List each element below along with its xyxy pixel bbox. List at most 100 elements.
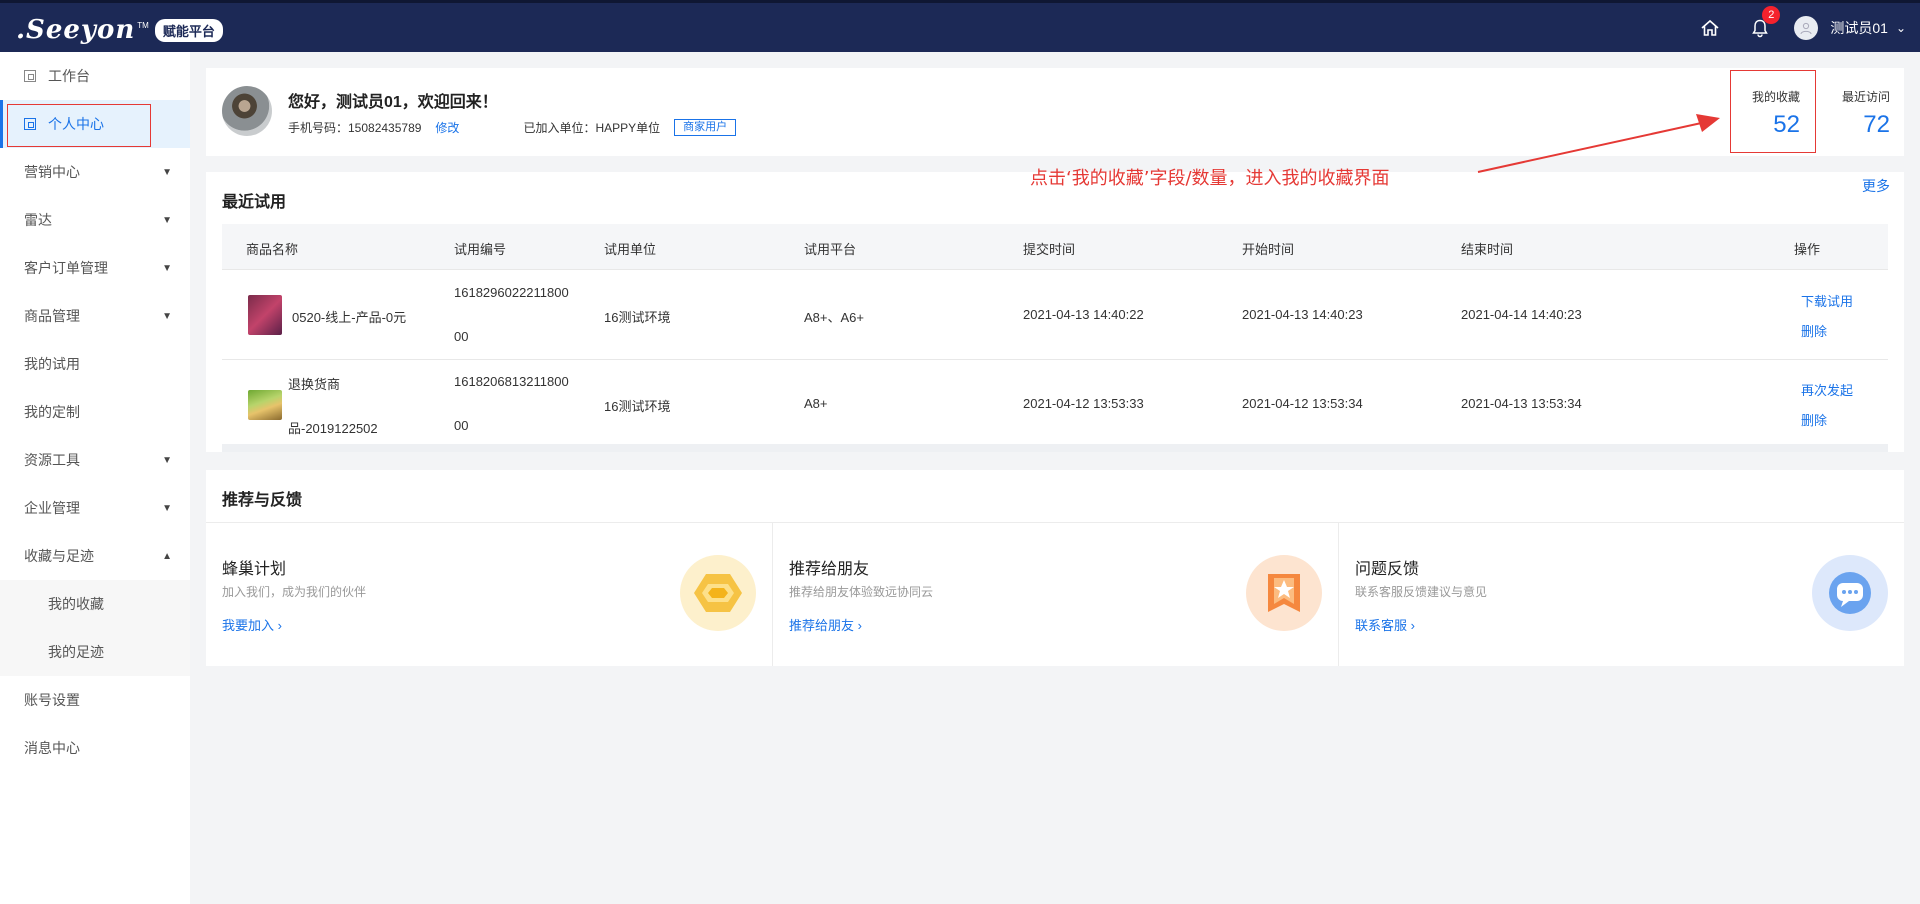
trial-code-cont: 00 [454, 329, 469, 344]
logo-text: .Seeyon [16, 15, 136, 45]
column-header: 结束时间 [1461, 242, 1514, 257]
welcome-greeting: 您好，测试员01，欢迎回来！ [288, 94, 498, 111]
logo[interactable]: .Seeyon TM 赋能平台 [16, 15, 223, 45]
profile-avatar[interactable] [222, 86, 272, 136]
sidebar-item-my-custom[interactable]: 我的定制 [0, 388, 190, 436]
sidebar-item-my-favorites[interactable]: 我的收藏 [0, 580, 190, 628]
rec-item-recommend-friend: 推荐给朋友 推荐给朋友体验致远协同云 推荐给朋友 › [772, 523, 1338, 666]
edit-phone-link[interactable]: 修改 [435, 119, 459, 136]
chevron-right-icon: › [277, 618, 282, 633]
delete-link[interactable]: 删除 [1801, 410, 1827, 429]
start-time: 2021-04-12 13:53:34 [1242, 396, 1363, 411]
submit-time: 2021-04-12 13:53:33 [1023, 396, 1144, 411]
sidebar-item-workbench[interactable]: 工作台 [0, 52, 190, 100]
column-header: 试用平台 [804, 242, 857, 257]
product-thumbnail[interactable] [248, 295, 282, 335]
recommend-feedback-title: 推荐与反馈 [222, 492, 303, 509]
delete-link[interactable]: 删除 [1801, 321, 1827, 340]
horizontal-scrollbar[interactable] [222, 444, 1888, 452]
join-link[interactable]: 我要加入 › [222, 615, 282, 634]
chevron-down-icon: ▼ [162, 262, 172, 274]
rec-item-name: 问题反馈 [1355, 561, 1420, 578]
personal-center-icon [24, 118, 36, 130]
more-link[interactable]: 更多 [1862, 176, 1890, 196]
column-header: 操作 [1794, 242, 1821, 257]
chevron-down-icon: ▼ [162, 502, 172, 514]
trial-code: 1618206813211800 [454, 374, 569, 389]
rec-item-desc: 联系客服反馈建议与意见 [1355, 585, 1488, 599]
recent-visits-stat[interactable]: 最近访问 72 [1820, 88, 1890, 139]
recommend-feedback-card: 推荐与反馈 蜂巢计划 加入我们，成为我们的伙伴 我要加入 › 推荐给朋友 推荐给… [206, 470, 1904, 666]
joined-unit: 已加入单位：HAPPY单位 [523, 121, 661, 135]
table-header: 商品名称 试用编号 试用单位 试用平台 提交时间 开始时间 结束时间 操作 [222, 224, 1888, 270]
platform-badge: 赋能平台 [154, 18, 223, 42]
sidebar-item-my-trials[interactable]: 我的试用 [0, 340, 190, 388]
contact-support-link[interactable]: 联系客服 › [1355, 615, 1415, 634]
product-name[interactable]: 退换货商 [288, 374, 340, 393]
rec-item-hive-plan: 蜂巢计划 加入我们，成为我们的伙伴 我要加入 › [206, 523, 772, 666]
column-header: 商品名称 [246, 242, 299, 257]
end-time: 2021-04-14 14:40:23 [1461, 307, 1582, 322]
rec-item-desc: 推荐给朋友体验致远协同云 [789, 585, 934, 599]
sidebar-item-favorites-footprints[interactable]: 收藏与足迹 ▲ [0, 532, 190, 580]
start-time: 2021-04-13 14:40:23 [1242, 307, 1363, 322]
end-time: 2021-04-13 13:53:34 [1461, 396, 1582, 411]
sidebar-item-orders[interactable]: 客户订单管理 ▼ [0, 244, 190, 292]
sidebar-item-personal-center[interactable]: 个人中心 [0, 100, 190, 148]
my-favorites-label[interactable]: 我的收藏 [1730, 88, 1800, 105]
trial-unit: 16测试环境 [604, 399, 671, 414]
sidebar-item-account-settings[interactable]: 账号设置 [0, 676, 190, 724]
column-header: 试用单位 [604, 242, 657, 257]
recent-trials-card: 最近试用 更多 商品名称 试用编号 试用单位 试用平台 提交时间 开始时间 结束… [206, 172, 1904, 452]
home-icon[interactable] [1696, 14, 1724, 42]
profile-card: 您好，测试员01，欢迎回来！ 手机号码：15082435789 修改 已加入单位… [206, 68, 1904, 156]
trial-platform: A8+ [804, 396, 828, 411]
chevron-down-icon: ▼ [162, 310, 172, 322]
chevron-down-icon: ▼ [162, 214, 172, 226]
sidebar-item-enterprise[interactable]: 企业管理 ▼ [0, 484, 190, 532]
sidebar: 工作台 个人中心 营销中心 ▼ 雷达 ▼ 客户订单管理 ▼ 商品管理 ▼ 我的试用 我的… [0, 52, 190, 904]
trial-code: 1618296022211800 [454, 285, 569, 300]
sidebar-item-products[interactable]: 商品管理 ▼ [0, 292, 190, 340]
sidebar-item-marketing[interactable]: 营销中心 ▼ [0, 148, 190, 196]
user-avatar[interactable] [1794, 15, 1819, 40]
table-row: 0520-线上-产品-0元 1618296022211800 00 16测试环境… [222, 271, 1888, 360]
notification-bell[interactable]: 2 [1746, 5, 1781, 42]
submit-time: 2021-04-13 14:40:22 [1023, 307, 1144, 322]
notification-badge: 2 [1762, 5, 1781, 24]
sidebar-item-radar[interactable]: 雷达 ▼ [0, 196, 190, 244]
my-favorites-count[interactable]: 52 [1730, 111, 1800, 139]
user-name[interactable]: 测试员01 [1830, 18, 1888, 38]
phone-number: 手机号码：15082435789 [288, 121, 422, 135]
hive-icon [680, 555, 756, 631]
column-header: 试用编号 [454, 242, 507, 257]
column-header: 提交时间 [1023, 242, 1076, 257]
product-name[interactable]: 0520-线上-产品-0元 [292, 307, 406, 326]
sidebar-item-my-footprints[interactable]: 我的足迹 [0, 628, 190, 676]
my-favorites-stat[interactable]: 我的收藏 52 [1730, 88, 1800, 139]
user-type-tag: 商家用户 [674, 119, 737, 136]
recent-visits-count[interactable]: 72 [1820, 111, 1890, 139]
top-bar: .Seeyon TM 赋能平台 2 测试员01 ⌄ [0, 0, 1920, 52]
product-thumbnail[interactable] [248, 390, 282, 420]
sidebar-item-message-center[interactable]: 消息中心 [0, 724, 190, 772]
chevron-down-icon[interactable]: ⌄ [1896, 21, 1906, 35]
product-name-cont[interactable]: 品-2019122502 [288, 418, 378, 437]
trial-code-cont: 00 [454, 418, 469, 433]
recent-visits-label[interactable]: 最近访问 [1820, 88, 1890, 105]
star-bookmark-icon [1246, 555, 1322, 631]
rec-item-name: 推荐给朋友 [789, 561, 870, 578]
table-row: 退换货商 品-2019122502 1618206813211800 00 16… [222, 360, 1888, 449]
relaunch-link[interactable]: 再次发起 [1801, 380, 1853, 399]
chevron-right-icon: › [857, 618, 862, 633]
download-trial-link[interactable]: 下载试用 [1801, 291, 1853, 310]
recommend-friend-link[interactable]: 推荐给朋友 › [789, 615, 862, 634]
chevron-right-icon: › [1410, 618, 1415, 633]
trial-platform: A8+、A6+ [804, 310, 864, 325]
chevron-down-icon: ▼ [162, 166, 172, 178]
annotation-text: 点击‘我的收藏’字段/数量，进入我的收藏界面 [1030, 168, 1390, 189]
sidebar-item-resources[interactable]: 资源工具 ▼ [0, 436, 190, 484]
rec-item-name: 蜂巢计划 [222, 561, 287, 578]
rec-item-feedback: 问题反馈 联系客服反馈建议与意见 联系客服 › [1338, 523, 1904, 666]
chat-bubble-icon [1812, 555, 1888, 631]
